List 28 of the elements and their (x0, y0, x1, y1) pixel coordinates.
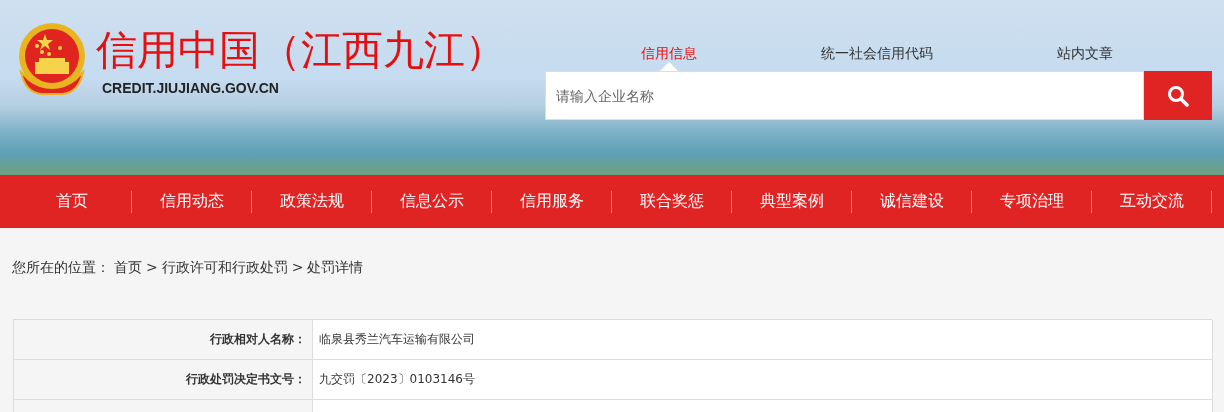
nav-link[interactable]: 互动交流 (1092, 191, 1211, 212)
nav-link[interactable]: 首页 (12, 191, 131, 212)
search-tab[interactable]: 信用信息 (565, 35, 773, 71)
search-icon (1167, 84, 1189, 107)
search-tab[interactable]: 站内文章 (981, 35, 1189, 71)
field-value: 九交罚〔2023〕0103146号 (313, 360, 1213, 400)
nav-link[interactable]: 联合奖惩 (612, 191, 731, 212)
field-label: 行政处罚决定书文号： (14, 360, 313, 400)
search-tab[interactable]: 统一社会信用代码 (773, 35, 981, 71)
field-value: 临泉县秀兰汽车运输有限公司 (313, 320, 1213, 360)
search-field[interactable]: 请输入企业名称 (545, 71, 1144, 120)
site-url: CREDIT.JIUJIANG.GOV.CN (102, 80, 280, 96)
nav-link[interactable]: 信息公示 (372, 191, 491, 212)
breadcrumb-link[interactable]: 处罚详情 (307, 259, 364, 277)
breadcrumb-separator: > (146, 259, 158, 277)
field-label: 行政相对人名称： (14, 320, 313, 360)
breadcrumb-separator: > (291, 259, 304, 277)
breadcrumb-link[interactable]: 行政许可和行政处罚 (161, 259, 288, 277)
nav-link[interactable]: 信用动态 (132, 191, 251, 212)
breadcrumb-label: 您所在的位置： (12, 259, 110, 277)
nav-link[interactable]: 典型案例 (732, 191, 851, 212)
nav-link[interactable]: 信用服务 (492, 191, 611, 212)
search-button[interactable] (1144, 71, 1212, 120)
nav-link[interactable]: 政策法规 (252, 191, 371, 212)
site-title: 信用中国（江西九江） (96, 25, 506, 76)
breadcrumb-link[interactable]: 首页 (114, 259, 142, 277)
nav-link[interactable]: 专项治理 (972, 191, 1091, 212)
nav-link[interactable]: 诚信建设 (852, 191, 971, 212)
